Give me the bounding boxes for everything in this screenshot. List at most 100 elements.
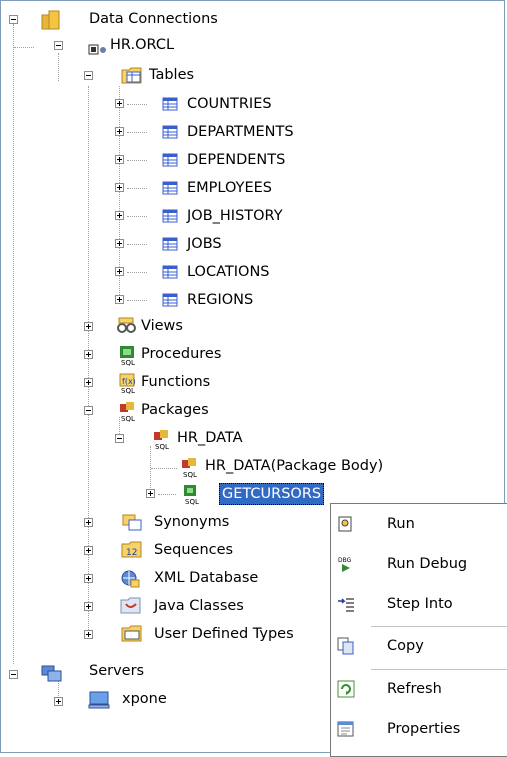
expand-toggle[interactable] [115,239,124,248]
menu-separator [371,626,507,627]
package-body-icon: SQL [182,458,197,478]
collapse-toggle[interactable] [9,670,18,679]
tree-line [14,47,34,48]
menu-item-label: Step Into [387,596,453,612]
expand-toggle[interactable] [84,630,93,639]
server-label[interactable]: xpone [120,688,169,710]
synonyms-icon [122,514,142,531]
collapse-toggle[interactable] [84,406,93,415]
table-icon [162,153,178,167]
procedure-icon: SQL [184,485,199,505]
collapse-toggle[interactable] [84,71,93,80]
data-connections-icon [41,10,60,30]
menu-separator [371,669,507,670]
menu-item-run[interactable]: Run [331,507,507,541]
menu-item-run-debug[interactable]: DBG Run Debug [331,547,507,581]
svg-text:SQL: SQL [121,359,135,366]
context-menu: Run DBG Run Debug Step Into Copy Refresh [330,503,507,757]
user-defined-types-icon [121,625,142,642]
expand-toggle[interactable] [84,350,93,359]
menu-item-refresh[interactable]: Refresh [331,672,507,706]
java-classes-label[interactable]: Java Classes [152,595,246,617]
svg-text:SQL: SQL [155,443,169,450]
getcursors-item[interactable]: GETCURSORS [219,483,325,505]
table-item[interactable]: DEPENDENTS [185,149,287,171]
svg-text:SQL: SQL [121,415,135,422]
svg-text:f(x): f(x) [122,377,136,386]
package-label[interactable]: HR_DATA [175,427,245,449]
table-icon [162,237,178,251]
svg-text:SQL: SQL [121,387,135,394]
tree-line [151,468,177,469]
tree-line [127,132,147,133]
expand-toggle[interactable] [115,183,124,192]
collapse-toggle[interactable] [54,41,63,50]
expand-toggle[interactable] [115,267,124,276]
expand-toggle[interactable] [115,155,124,164]
expand-toggle[interactable] [115,99,124,108]
svg-text:DBG: DBG [338,557,352,564]
data-connections-label[interactable]: Data Connections [87,8,220,30]
table-item[interactable]: DEPARTMENTS [185,121,296,143]
table-item[interactable]: LOCATIONS [185,261,272,283]
table-item[interactable]: REGIONS [185,289,255,311]
package-icon: SQL [154,430,169,450]
table-icon [162,125,178,139]
menu-item-step-into[interactable]: Step Into [331,587,507,621]
xml-database-label[interactable]: XML Database [152,567,260,589]
servers-icon [41,665,62,682]
expand-toggle[interactable] [84,378,93,387]
views-icon [117,317,136,333]
table-item[interactable]: COUNTRIES [185,93,274,115]
refresh-icon [337,680,355,698]
packages-icon: SQL [120,402,135,422]
views-label[interactable]: Views [139,315,185,337]
sequences-icon: 12 [121,541,142,558]
procedures-icon: SQL [120,346,135,366]
xml-database-icon [121,570,140,588]
connection-label[interactable]: HR.ORCL [108,34,176,56]
functions-label[interactable]: Functions [139,371,212,393]
functions-icon: f(x) SQL [119,373,136,394]
procedures-label[interactable]: Procedures [139,343,223,365]
menu-item-properties[interactable]: Properties [331,712,507,746]
menu-item-label: Copy [387,638,424,654]
menu-item-label: Run [387,516,415,532]
expand-toggle[interactable] [115,295,124,304]
expand-toggle[interactable] [84,574,93,583]
expand-toggle[interactable] [84,546,93,555]
svg-text:SQL: SQL [183,471,197,478]
menu-item-copy[interactable]: Copy [331,629,507,663]
table-item[interactable]: EMPLOYEES [185,177,274,199]
expand-toggle[interactable] [146,489,155,498]
tables-label[interactable]: Tables [147,64,196,86]
tree-line [127,216,147,217]
expand-toggle[interactable] [115,127,124,136]
table-icon [162,293,178,307]
package-body-label[interactable]: HR_DATA(Package Body) [203,455,385,477]
java-classes-icon [120,597,141,614]
synonyms-label[interactable]: Synonyms [152,511,231,533]
expand-toggle[interactable] [54,697,63,706]
expand-toggle[interactable] [84,322,93,331]
user-defined-types-label[interactable]: User Defined Types [152,623,296,645]
table-item[interactable]: JOBS [185,233,224,255]
packages-label[interactable]: Packages [139,399,211,421]
table-icon [162,181,178,195]
expand-toggle[interactable] [84,518,93,527]
tree-line [58,53,59,81]
tree-line [127,104,147,105]
collapse-toggle[interactable] [115,434,124,443]
expand-toggle[interactable] [115,211,124,220]
run-icon [338,516,352,532]
svg-text:SQL: SQL [185,498,199,505]
sequences-label[interactable]: Sequences [152,539,235,561]
expand-toggle[interactable] [84,602,93,611]
table-item[interactable]: JOB_HISTORY [185,205,285,227]
servers-label[interactable]: Servers [87,660,146,682]
collapse-toggle[interactable] [9,15,18,24]
tables-folder-icon [121,67,142,84]
table-icon [162,209,178,223]
run-debug-icon: DBG [338,557,352,572]
menu-item-label: Refresh [387,681,442,697]
